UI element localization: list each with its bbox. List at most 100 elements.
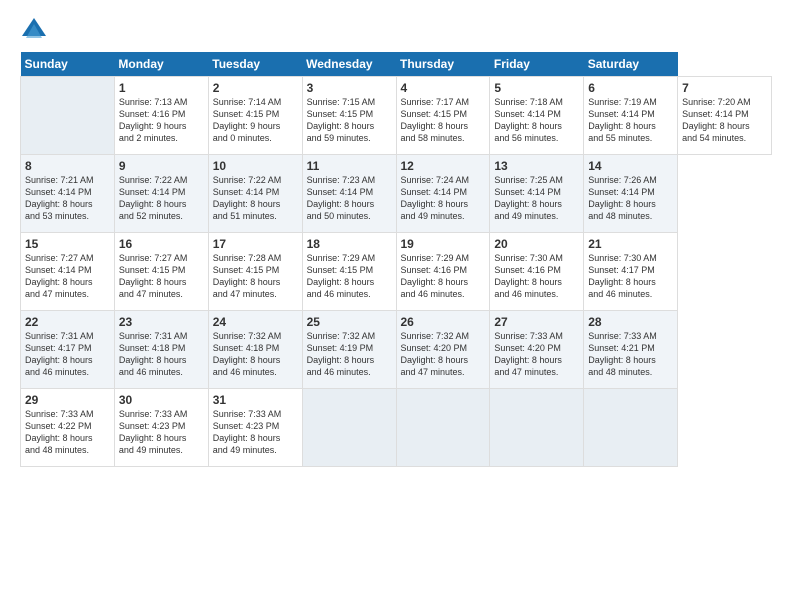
- day-number: 25: [307, 315, 392, 329]
- calendar-cell: 26Sunrise: 7:32 AMSunset: 4:20 PMDayligh…: [396, 311, 490, 389]
- day-number: 4: [401, 81, 486, 95]
- calendar-cell: 23Sunrise: 7:31 AMSunset: 4:18 PMDayligh…: [114, 311, 208, 389]
- calendar-cell: 21Sunrise: 7:30 AMSunset: 4:17 PMDayligh…: [584, 233, 678, 311]
- calendar-cell: 30Sunrise: 7:33 AMSunset: 4:23 PMDayligh…: [114, 389, 208, 467]
- calendar-cell: 31Sunrise: 7:33 AMSunset: 4:23 PMDayligh…: [208, 389, 302, 467]
- day-number: 26: [401, 315, 486, 329]
- calendar-cell: [21, 77, 115, 155]
- cell-details: Sunrise: 7:21 AMSunset: 4:14 PMDaylight:…: [25, 174, 110, 223]
- calendar-cell: 27Sunrise: 7:33 AMSunset: 4:20 PMDayligh…: [490, 311, 584, 389]
- col-header-wednesday: Wednesday: [302, 52, 396, 77]
- cell-details: Sunrise: 7:17 AMSunset: 4:15 PMDaylight:…: [401, 96, 486, 145]
- calendar-cell: 17Sunrise: 7:28 AMSunset: 4:15 PMDayligh…: [208, 233, 302, 311]
- cell-details: Sunrise: 7:32 AMSunset: 4:18 PMDaylight:…: [213, 330, 298, 379]
- day-number: 23: [119, 315, 204, 329]
- cell-details: Sunrise: 7:22 AMSunset: 4:14 PMDaylight:…: [119, 174, 204, 223]
- calendar-cell: 16Sunrise: 7:27 AMSunset: 4:15 PMDayligh…: [114, 233, 208, 311]
- col-header-monday: Monday: [114, 52, 208, 77]
- col-header-thursday: Thursday: [396, 52, 490, 77]
- logo-icon: [20, 16, 48, 44]
- calendar-cell: 2Sunrise: 7:14 AMSunset: 4:15 PMDaylight…: [208, 77, 302, 155]
- day-number: 17: [213, 237, 298, 251]
- week-row-4: 29Sunrise: 7:33 AMSunset: 4:22 PMDayligh…: [21, 389, 772, 467]
- calendar-cell: 28Sunrise: 7:33 AMSunset: 4:21 PMDayligh…: [584, 311, 678, 389]
- week-row-2: 15Sunrise: 7:27 AMSunset: 4:14 PMDayligh…: [21, 233, 772, 311]
- calendar-cell: 19Sunrise: 7:29 AMSunset: 4:16 PMDayligh…: [396, 233, 490, 311]
- calendar-cell: 7Sunrise: 7:20 AMSunset: 4:14 PMDaylight…: [678, 77, 772, 155]
- day-number: 20: [494, 237, 579, 251]
- day-number: 18: [307, 237, 392, 251]
- calendar-cell: 18Sunrise: 7:29 AMSunset: 4:15 PMDayligh…: [302, 233, 396, 311]
- day-number: 15: [25, 237, 110, 251]
- cell-details: Sunrise: 7:31 AMSunset: 4:18 PMDaylight:…: [119, 330, 204, 379]
- calendar-cell: 8Sunrise: 7:21 AMSunset: 4:14 PMDaylight…: [21, 155, 115, 233]
- col-header-sunday: Sunday: [21, 52, 115, 77]
- cell-details: Sunrise: 7:14 AMSunset: 4:15 PMDaylight:…: [213, 96, 298, 145]
- cell-details: Sunrise: 7:13 AMSunset: 4:16 PMDaylight:…: [119, 96, 204, 145]
- day-number: 21: [588, 237, 673, 251]
- cell-details: Sunrise: 7:30 AMSunset: 4:17 PMDaylight:…: [588, 252, 673, 301]
- calendar-cell: 10Sunrise: 7:22 AMSunset: 4:14 PMDayligh…: [208, 155, 302, 233]
- cell-details: Sunrise: 7:30 AMSunset: 4:16 PMDaylight:…: [494, 252, 579, 301]
- day-number: 3: [307, 81, 392, 95]
- cell-details: Sunrise: 7:31 AMSunset: 4:17 PMDaylight:…: [25, 330, 110, 379]
- cell-details: Sunrise: 7:33 AMSunset: 4:21 PMDaylight:…: [588, 330, 673, 379]
- calendar-cell: [584, 389, 678, 467]
- cell-details: Sunrise: 7:27 AMSunset: 4:15 PMDaylight:…: [119, 252, 204, 301]
- calendar-table: SundayMondayTuesdayWednesdayThursdayFrid…: [20, 52, 772, 467]
- calendar-cell: 14Sunrise: 7:26 AMSunset: 4:14 PMDayligh…: [584, 155, 678, 233]
- calendar-page: SundayMondayTuesdayWednesdayThursdayFrid…: [0, 0, 792, 612]
- cell-details: Sunrise: 7:22 AMSunset: 4:14 PMDaylight:…: [213, 174, 298, 223]
- day-number: 22: [25, 315, 110, 329]
- cell-details: Sunrise: 7:27 AMSunset: 4:14 PMDaylight:…: [25, 252, 110, 301]
- calendar-cell: [396, 389, 490, 467]
- day-number: 2: [213, 81, 298, 95]
- col-header-friday: Friday: [490, 52, 584, 77]
- day-number: 7: [682, 81, 767, 95]
- calendar-cell: 11Sunrise: 7:23 AMSunset: 4:14 PMDayligh…: [302, 155, 396, 233]
- cell-details: Sunrise: 7:28 AMSunset: 4:15 PMDaylight:…: [213, 252, 298, 301]
- calendar-cell: 9Sunrise: 7:22 AMSunset: 4:14 PMDaylight…: [114, 155, 208, 233]
- day-number: 11: [307, 159, 392, 173]
- header-row: SundayMondayTuesdayWednesdayThursdayFrid…: [21, 52, 772, 77]
- calendar-cell: 3Sunrise: 7:15 AMSunset: 4:15 PMDaylight…: [302, 77, 396, 155]
- col-header-saturday: Saturday: [584, 52, 678, 77]
- calendar-cell: 24Sunrise: 7:32 AMSunset: 4:18 PMDayligh…: [208, 311, 302, 389]
- cell-details: Sunrise: 7:33 AMSunset: 4:22 PMDaylight:…: [25, 408, 110, 457]
- calendar-cell: 25Sunrise: 7:32 AMSunset: 4:19 PMDayligh…: [302, 311, 396, 389]
- cell-details: Sunrise: 7:25 AMSunset: 4:14 PMDaylight:…: [494, 174, 579, 223]
- day-number: 19: [401, 237, 486, 251]
- week-row-0: 1Sunrise: 7:13 AMSunset: 4:16 PMDaylight…: [21, 77, 772, 155]
- day-number: 5: [494, 81, 579, 95]
- day-number: 27: [494, 315, 579, 329]
- calendar-cell: 15Sunrise: 7:27 AMSunset: 4:14 PMDayligh…: [21, 233, 115, 311]
- day-number: 24: [213, 315, 298, 329]
- calendar-cell: 29Sunrise: 7:33 AMSunset: 4:22 PMDayligh…: [21, 389, 115, 467]
- day-number: 13: [494, 159, 579, 173]
- day-number: 9: [119, 159, 204, 173]
- cell-details: Sunrise: 7:26 AMSunset: 4:14 PMDaylight:…: [588, 174, 673, 223]
- cell-details: Sunrise: 7:32 AMSunset: 4:20 PMDaylight:…: [401, 330, 486, 379]
- calendar-cell: 20Sunrise: 7:30 AMSunset: 4:16 PMDayligh…: [490, 233, 584, 311]
- cell-details: Sunrise: 7:33 AMSunset: 4:23 PMDaylight:…: [213, 408, 298, 457]
- calendar-cell: [490, 389, 584, 467]
- cell-details: Sunrise: 7:18 AMSunset: 4:14 PMDaylight:…: [494, 96, 579, 145]
- day-number: 28: [588, 315, 673, 329]
- calendar-cell: 4Sunrise: 7:17 AMSunset: 4:15 PMDaylight…: [396, 77, 490, 155]
- day-number: 16: [119, 237, 204, 251]
- day-number: 10: [213, 159, 298, 173]
- cell-details: Sunrise: 7:33 AMSunset: 4:23 PMDaylight:…: [119, 408, 204, 457]
- cell-details: Sunrise: 7:23 AMSunset: 4:14 PMDaylight:…: [307, 174, 392, 223]
- cell-details: Sunrise: 7:24 AMSunset: 4:14 PMDaylight:…: [401, 174, 486, 223]
- cell-details: Sunrise: 7:29 AMSunset: 4:16 PMDaylight:…: [401, 252, 486, 301]
- cell-details: Sunrise: 7:33 AMSunset: 4:20 PMDaylight:…: [494, 330, 579, 379]
- cell-details: Sunrise: 7:20 AMSunset: 4:14 PMDaylight:…: [682, 96, 767, 145]
- calendar-cell: 12Sunrise: 7:24 AMSunset: 4:14 PMDayligh…: [396, 155, 490, 233]
- week-row-1: 8Sunrise: 7:21 AMSunset: 4:14 PMDaylight…: [21, 155, 772, 233]
- day-number: 14: [588, 159, 673, 173]
- cell-details: Sunrise: 7:19 AMSunset: 4:14 PMDaylight:…: [588, 96, 673, 145]
- calendar-cell: 13Sunrise: 7:25 AMSunset: 4:14 PMDayligh…: [490, 155, 584, 233]
- calendar-cell: 22Sunrise: 7:31 AMSunset: 4:17 PMDayligh…: [21, 311, 115, 389]
- day-number: 31: [213, 393, 298, 407]
- week-row-3: 22Sunrise: 7:31 AMSunset: 4:17 PMDayligh…: [21, 311, 772, 389]
